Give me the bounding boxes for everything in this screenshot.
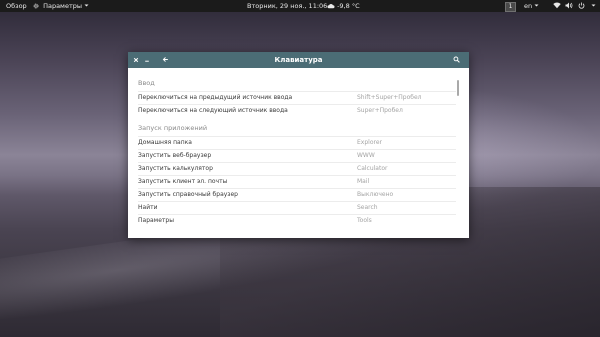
- shortcut-action: Домашняя папка: [138, 139, 192, 146]
- shortcut-action: Запустить калькулятор: [138, 165, 213, 172]
- gear-icon: [33, 2, 41, 10]
- app-menu-button[interactable]: Параметры: [33, 0, 89, 12]
- workspace-indicator[interactable]: 1: [505, 2, 516, 12]
- shortcut-keys: Shift+Super+Пробел: [357, 94, 422, 101]
- app-menu-label: Параметры: [43, 2, 83, 10]
- keyboard-settings-window: Клавиатура Ввод Переключиться на предыду…: [128, 52, 469, 238]
- wifi-icon[interactable]: [553, 0, 561, 12]
- shortcut-action: Запустить клиент эл. почты: [138, 178, 228, 185]
- keyboard-layout-label: en: [524, 2, 533, 10]
- shortcut-row[interactable]: Запустить клиент эл. почты Mail: [138, 175, 456, 188]
- weather-button[interactable]: -9,8 °C: [327, 0, 360, 12]
- shortcut-keys: Explorer: [357, 139, 382, 146]
- shortcut-row[interactable]: Параметры Tools: [138, 214, 456, 227]
- shortcut-row[interactable]: Запустить справочный браузер Выключено: [138, 188, 456, 201]
- cloud-icon: [327, 2, 337, 10]
- activities-button[interactable]: Обзор: [6, 0, 27, 12]
- shortcut-row[interactable]: Переключиться на следующий источник ввод…: [138, 104, 456, 117]
- back-arrow-icon[interactable]: [160, 52, 170, 68]
- shortcut-keys: Tools: [357, 217, 372, 224]
- scrollbar[interactable]: [457, 80, 459, 96]
- shortcut-keys: Search: [357, 204, 378, 211]
- shortcut-keys: Выключено: [357, 191, 394, 198]
- section-title-input: Ввод: [138, 79, 155, 87]
- minimize-icon[interactable]: [143, 52, 151, 68]
- shortcut-action: Запустить справочный браузер: [138, 191, 238, 198]
- shortcut-row[interactable]: Запустить калькулятор Calculator: [138, 162, 456, 175]
- top-bar: Обзор Параметры Вторник, 29 ноя., 11:06 …: [0, 0, 600, 12]
- section-title-launchers: Запуск приложений: [138, 124, 208, 132]
- shortcut-action: Переключиться на предыдущий источник вво…: [138, 94, 293, 101]
- shortcut-action: Запустить веб-браузер: [138, 152, 212, 159]
- weather-temperature: -9,8 °C: [337, 2, 360, 10]
- shortcut-row[interactable]: Запустить веб-браузер WWW: [138, 149, 456, 162]
- shortcut-action: Переключиться на следующий источник ввод…: [138, 107, 288, 114]
- shortcuts-list: Ввод Переключиться на предыдущий источни…: [128, 68, 469, 238]
- shortcut-row[interactable]: Переключиться на предыдущий источник вво…: [138, 91, 456, 104]
- shortcut-row[interactable]: Найти Search: [138, 201, 456, 214]
- shortcut-keys: WWW: [357, 152, 375, 159]
- window-title: Клавиатура: [274, 56, 323, 64]
- search-icon[interactable]: [451, 52, 461, 68]
- power-icon[interactable]: [578, 0, 585, 12]
- chevron-down-icon: [534, 4, 539, 7]
- chevron-down-icon: [84, 2, 89, 10]
- shortcut-keys: Mail: [357, 178, 370, 185]
- shortcut-action: Параметры: [138, 217, 174, 224]
- window-header-bar: Клавиатура: [128, 52, 469, 68]
- shortcut-row[interactable]: Домашняя папка Explorer: [138, 136, 456, 149]
- keyboard-layout-button[interactable]: en: [524, 0, 539, 12]
- shortcut-action: Найти: [138, 204, 158, 211]
- shortcut-keys: Calculator: [357, 165, 388, 172]
- close-icon[interactable]: [132, 52, 140, 68]
- shortcut-keys: Super+Пробел: [357, 107, 403, 114]
- volume-icon[interactable]: [565, 0, 573, 12]
- chevron-down-icon[interactable]: [591, 0, 596, 12]
- clock-button[interactable]: Вторник, 29 ноя., 11:06: [247, 0, 327, 12]
